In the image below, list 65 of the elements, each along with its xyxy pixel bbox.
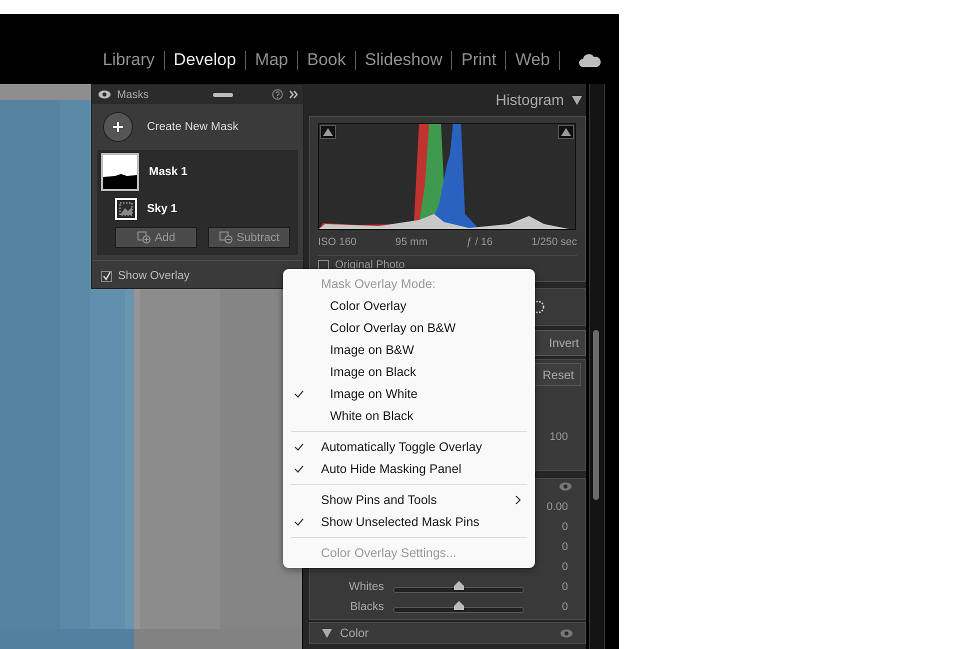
slider-label: Blacks — [349, 601, 384, 613]
exif-info: 1/250 sec — [531, 236, 577, 248]
check-icon — [294, 518, 304, 526]
add-shape-icon — [136, 231, 151, 244]
check-icon — [294, 443, 304, 451]
visibility-icon[interactable] — [560, 628, 573, 638]
panel-title[interactable]: Histogram — [496, 92, 564, 108]
menu-header: Mask Overlay Mode: — [320, 276, 437, 293]
exif-info: ISO 160 — [318, 236, 357, 248]
mask-name[interactable]: Mask 1 — [149, 166, 188, 178]
menu-item[interactable]: White on Black — [283, 405, 535, 427]
disclosure-triangle-icon[interactable] — [322, 628, 332, 638]
plus-icon — [112, 121, 124, 133]
slider-value: 0 — [560, 601, 568, 613]
slider-value: 0 — [560, 521, 568, 533]
cloud-icon[interactable] — [579, 53, 601, 67]
module-tab[interactable]: Web — [515, 50, 550, 70]
section-title: Color — [340, 626, 370, 640]
slider[interactable] — [393, 580, 524, 594]
menu-item[interactable]: Image on White — [283, 383, 535, 405]
add-mask-button[interactable] — [103, 112, 133, 142]
create-mask-label[interactable]: Create New Mask — [147, 121, 238, 133]
section-header[interactable]: Color — [309, 622, 586, 644]
collapse-triangle-icon[interactable] — [572, 96, 582, 104]
checkbox-label: Original Photo — [335, 259, 405, 271]
exif-info: ƒ / 16 — [466, 236, 493, 248]
drag-handle[interactable] — [212, 92, 233, 96]
slider-label: Whites — [348, 581, 384, 593]
sky-mask-icon[interactable] — [115, 198, 137, 220]
panel-title: Masks — [117, 88, 149, 100]
slider-thumb[interactable] — [454, 601, 464, 610]
slider-value: 0 — [560, 541, 568, 553]
checkbox-label: Show Overlay — [118, 270, 190, 282]
menu-item[interactable]: Show Pins and Tools — [283, 489, 535, 511]
menu-item[interactable]: Color Overlay — [283, 295, 535, 317]
visibility-icon[interactable] — [98, 90, 111, 99]
component-name[interactable]: Sky 1 — [147, 203, 178, 215]
menu-item[interactable]: Show Unselected Mask Pins — [283, 511, 535, 533]
slider-value: 0 — [560, 581, 568, 593]
menu-item[interactable]: Automatically Toggle Overlay — [283, 436, 535, 458]
slider-value: 0.00 — [546, 501, 568, 513]
check-icon — [294, 465, 304, 473]
slider-thumb[interactable] — [454, 581, 464, 590]
module-tab[interactable]: Develop — [174, 50, 236, 70]
chevron-right-icon — [515, 495, 521, 505]
module-tab[interactable]: Book — [307, 50, 346, 70]
subtract-shape-icon — [218, 231, 233, 244]
slider[interactable] — [393, 600, 524, 614]
amount-value: 100 — [550, 431, 568, 443]
module-tab[interactable]: Map — [255, 50, 288, 70]
mask-thumbnail[interactable] — [101, 153, 139, 191]
slider-value: 0 — [560, 561, 568, 573]
module-tab[interactable]: Slideshow — [364, 50, 442, 70]
double-chevron-icon[interactable] — [289, 90, 299, 99]
menu-item[interactable]: Auto Hide Masking Panel — [283, 458, 535, 480]
check-icon — [294, 390, 304, 398]
checkbox[interactable] — [101, 270, 112, 282]
scrollbar[interactable] — [589, 84, 605, 649]
module-tab[interactable]: Library — [102, 50, 155, 70]
exif-info: 95 mm — [395, 236, 428, 248]
help-icon[interactable] — [272, 89, 283, 100]
clipping-indicator-icon[interactable] — [558, 125, 574, 139]
module-tab[interactable]: Print — [461, 50, 496, 70]
visibility-icon[interactable] — [559, 482, 572, 491]
clipping-indicator-icon[interactable] — [320, 125, 336, 139]
